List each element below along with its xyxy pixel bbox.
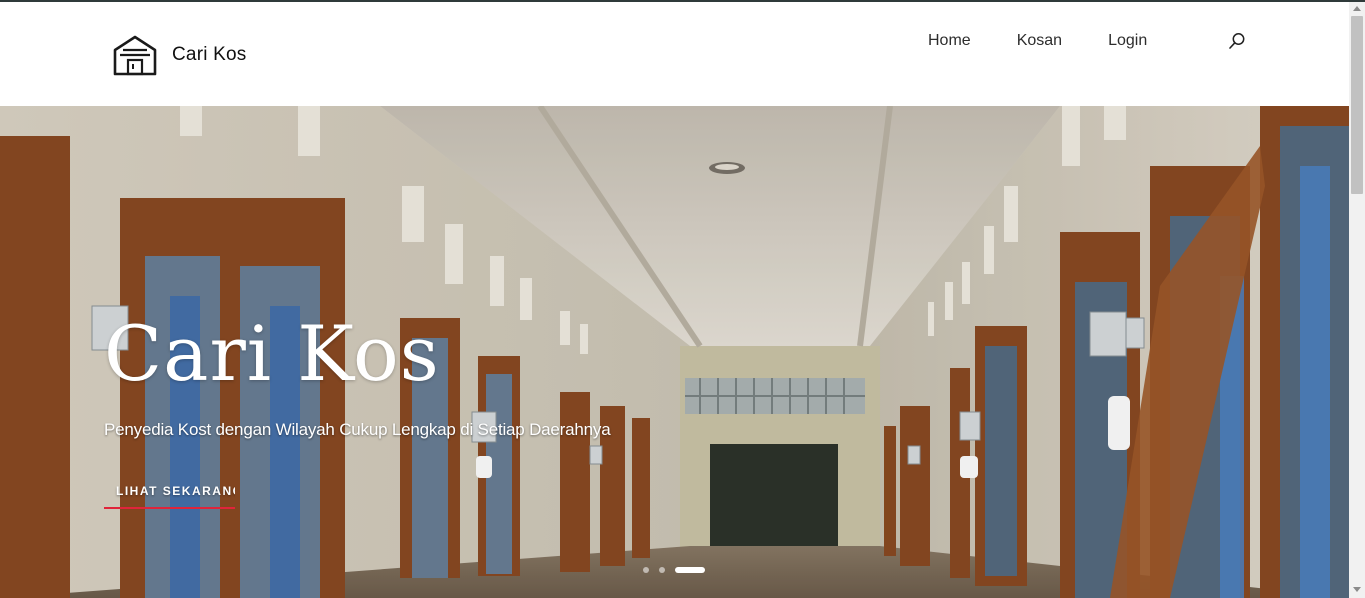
brand-logo[interactable]: Cari Kos: [112, 34, 246, 76]
nav-login[interactable]: Login: [1108, 32, 1147, 50]
scroll-up-arrow-icon[interactable]: [1353, 6, 1361, 11]
hero-slider: Cari Kos Penyedia Kost dengan Wilayah Cu…: [0, 106, 1349, 598]
nav-kosan[interactable]: Kosan: [1017, 32, 1062, 50]
page-scrollbar-thumb[interactable]: [1351, 16, 1363, 194]
hero-title: Cari Kos: [104, 309, 440, 398]
house-outline-icon: [113, 35, 157, 76]
slider-dot-2[interactable]: [659, 567, 665, 573]
site-header: Cari Kos Home Kosan Login: [0, 2, 1349, 106]
slider-dot-3-active[interactable]: [675, 567, 705, 573]
hero-subtitle: Penyedia Kost dengan Wilayah Cukup Lengk…: [104, 420, 611, 439]
scroll-down-arrow-icon[interactable]: [1353, 587, 1361, 592]
hero-cta-button[interactable]: LIHAT SEKARANG: [104, 484, 235, 509]
search-icon[interactable]: [1228, 32, 1246, 50]
nav-home[interactable]: Home: [928, 32, 971, 50]
brand-name: Cari Kos: [172, 44, 247, 65]
slider-pagination: [643, 567, 715, 573]
slider-dot-1[interactable]: [643, 567, 649, 573]
main-nav: Home Kosan Login: [928, 32, 1193, 50]
